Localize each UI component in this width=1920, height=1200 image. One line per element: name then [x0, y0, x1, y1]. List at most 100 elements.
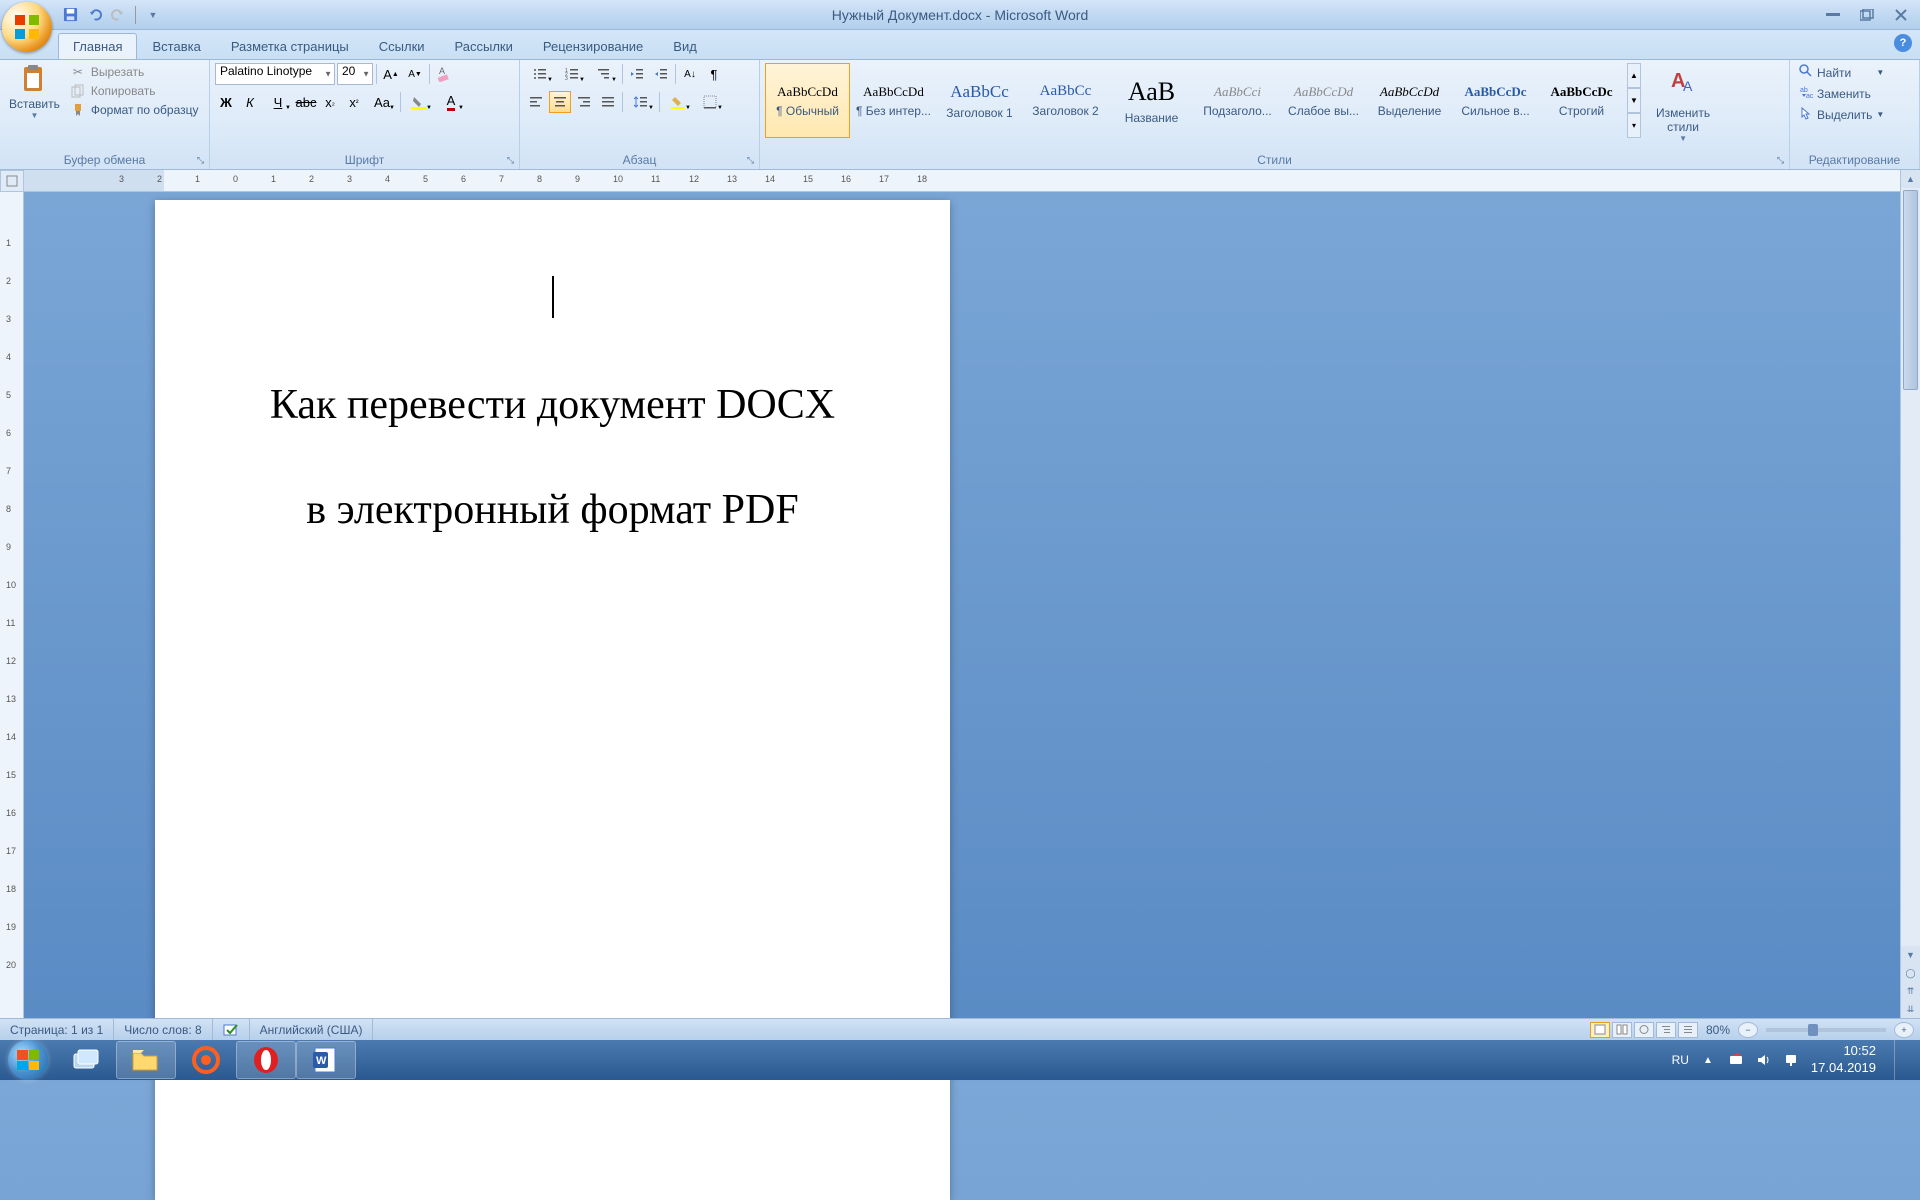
shrink-font-button[interactable]: A▼	[404, 63, 426, 85]
format-painter-button[interactable]: Формат по образцу	[67, 101, 202, 119]
style-item-7[interactable]: AaBbCcDdВыделение	[1367, 63, 1452, 138]
cut-button[interactable]: ✂Вырезать	[67, 63, 202, 81]
next-page-button[interactable]: ⇊	[1901, 1000, 1920, 1018]
taskbar-aero-peek[interactable]	[56, 1041, 116, 1079]
tab-mailings[interactable]: Рассылки	[440, 33, 528, 59]
qat-save[interactable]	[60, 5, 80, 25]
align-center-button[interactable]	[549, 91, 571, 113]
style-item-8[interactable]: AaBbCcDcСильное в...	[1453, 63, 1538, 138]
tray-language[interactable]: RU	[1672, 1053, 1689, 1067]
status-proofing[interactable]	[213, 1019, 250, 1040]
tab-page-layout[interactable]: Разметка страницы	[216, 33, 364, 59]
superscript-button[interactable]: x²	[343, 91, 365, 113]
replace-button[interactable]: abacЗаменить	[1795, 84, 1888, 103]
zoom-value[interactable]: 80%	[1706, 1023, 1730, 1037]
vertical-scrollbar[interactable]: ▲ ▼ ◯ ⇈ ⇊	[1900, 170, 1920, 1018]
tab-references[interactable]: Ссылки	[364, 33, 440, 59]
tab-review[interactable]: Рецензирование	[528, 33, 658, 59]
zoom-slider-thumb[interactable]	[1808, 1024, 1818, 1036]
multilevel-list-button[interactable]: ▼	[589, 63, 619, 85]
justify-button[interactable]	[597, 91, 619, 113]
zoom-slider[interactable]	[1766, 1028, 1886, 1032]
clipboard-launcher[interactable]: ⤡	[194, 154, 207, 167]
tab-view[interactable]: Вид	[658, 33, 712, 59]
scroll-up-button[interactable]: ▲	[1901, 170, 1920, 188]
grow-font-button[interactable]: A▲	[380, 63, 402, 85]
status-words[interactable]: Число слов: 8	[114, 1019, 212, 1040]
font-launcher[interactable]: ⤡	[504, 154, 517, 167]
browse-object-button[interactable]: ◯	[1901, 964, 1920, 982]
status-page[interactable]: Страница: 1 из 1	[0, 1019, 114, 1040]
style-item-3[interactable]: AaBbCcЗаголовок 2	[1023, 63, 1108, 138]
font-size-combo[interactable]: 20▼	[337, 63, 373, 85]
document-text-line1[interactable]: Как перевести документ DOCX	[209, 372, 896, 439]
view-outline[interactable]	[1656, 1022, 1676, 1038]
borders-button[interactable]: ▼	[695, 91, 725, 113]
style-item-2[interactable]: AaBbCcЗаголовок 1	[937, 63, 1022, 138]
taskbar-explorer[interactable]	[116, 1041, 176, 1079]
font-name-combo[interactable]: Palatino Linotype▼	[215, 63, 335, 85]
tray-network-icon[interactable]	[1783, 1051, 1801, 1069]
prev-page-button[interactable]: ⇈	[1901, 982, 1920, 1000]
copy-button[interactable]: Копировать	[67, 82, 202, 100]
tray-volume-icon[interactable]	[1755, 1051, 1773, 1069]
bullets-button[interactable]: ▼	[525, 63, 555, 85]
change-styles-button[interactable]: AA Изменить стили ▼	[1650, 63, 1716, 145]
taskbar-word[interactable]: W	[296, 1041, 356, 1079]
style-item-4[interactable]: АаВНазвание	[1109, 63, 1194, 138]
vertical-ruler[interactable]: 1234567891011121314151617181920	[0, 192, 24, 1018]
styles-scroll-up[interactable]: ▲	[1627, 63, 1641, 88]
qat-redo[interactable]	[108, 5, 128, 25]
font-color-button[interactable]: A▼	[436, 91, 466, 113]
show-desktop-button[interactable]	[1894, 1040, 1906, 1080]
shading-button[interactable]: ▼	[663, 91, 693, 113]
zoom-out-button[interactable]: −	[1738, 1022, 1758, 1038]
close-button[interactable]	[1888, 6, 1914, 24]
paste-button[interactable]: Вставить ▼	[5, 63, 64, 120]
select-button[interactable]: Выделить▼	[1795, 105, 1888, 124]
styles-expand[interactable]: ▾	[1627, 113, 1641, 138]
highlight-button[interactable]: ▼	[404, 91, 434, 113]
align-right-button[interactable]	[573, 91, 595, 113]
style-item-6[interactable]: AaBbCcDdСлабое вы...	[1281, 63, 1366, 138]
tab-insert[interactable]: Вставка	[137, 33, 215, 59]
tray-show-hidden[interactable]: ▲	[1699, 1051, 1717, 1069]
style-item-5[interactable]: AaBbCciПодзаголо...	[1195, 63, 1280, 138]
bold-button[interactable]: Ж	[215, 91, 237, 113]
change-case-button[interactable]: Aa▼	[367, 91, 397, 113]
show-marks-button[interactable]: ¶	[703, 63, 725, 85]
sort-button[interactable]: A↓	[679, 63, 701, 85]
help-button[interactable]: ?	[1894, 34, 1912, 52]
styles-scroll-down[interactable]: ▼	[1627, 88, 1641, 113]
scroll-down-button[interactable]: ▼	[1901, 946, 1920, 964]
style-item-9[interactable]: AaBbCcDcСтрогий	[1539, 63, 1624, 138]
horizontal-ruler[interactable]: 3210123456789101112131415161718	[24, 170, 1900, 192]
find-button[interactable]: Найти▼	[1795, 63, 1888, 82]
paragraph-launcher[interactable]: ⤡	[744, 154, 757, 167]
underline-button[interactable]: Ч▼	[263, 91, 293, 113]
taskbar-app-orange[interactable]	[176, 1041, 236, 1079]
qat-customize[interactable]: ▼	[143, 5, 163, 25]
view-web-layout[interactable]	[1634, 1022, 1654, 1038]
office-button[interactable]	[2, 2, 52, 52]
numbering-button[interactable]: 123▼	[557, 63, 587, 85]
tray-clock[interactable]: 10:5217.04.2019	[1811, 1043, 1876, 1077]
taskbar-opera[interactable]	[236, 1041, 296, 1079]
tray-action-center-icon[interactable]	[1727, 1051, 1745, 1069]
minimize-button[interactable]	[1820, 6, 1846, 24]
qat-undo[interactable]	[84, 5, 104, 25]
document-text-line2[interactable]: в электронный формат PDF	[209, 477, 896, 544]
increase-indent-button[interactable]	[650, 63, 672, 85]
ruler-corner[interactable]	[0, 170, 24, 192]
clear-formatting-button[interactable]: A	[433, 63, 455, 85]
scroll-thumb[interactable]	[1903, 190, 1918, 390]
view-full-screen[interactable]	[1612, 1022, 1632, 1038]
align-left-button[interactable]	[525, 91, 547, 113]
tab-home[interactable]: Главная	[58, 33, 137, 59]
decrease-indent-button[interactable]	[626, 63, 648, 85]
maximize-button[interactable]	[1854, 6, 1880, 24]
view-draft[interactable]	[1678, 1022, 1698, 1038]
subscript-button[interactable]: x₂	[319, 91, 341, 113]
start-button[interactable]	[0, 1040, 56, 1080]
line-spacing-button[interactable]: ▼	[626, 91, 656, 113]
